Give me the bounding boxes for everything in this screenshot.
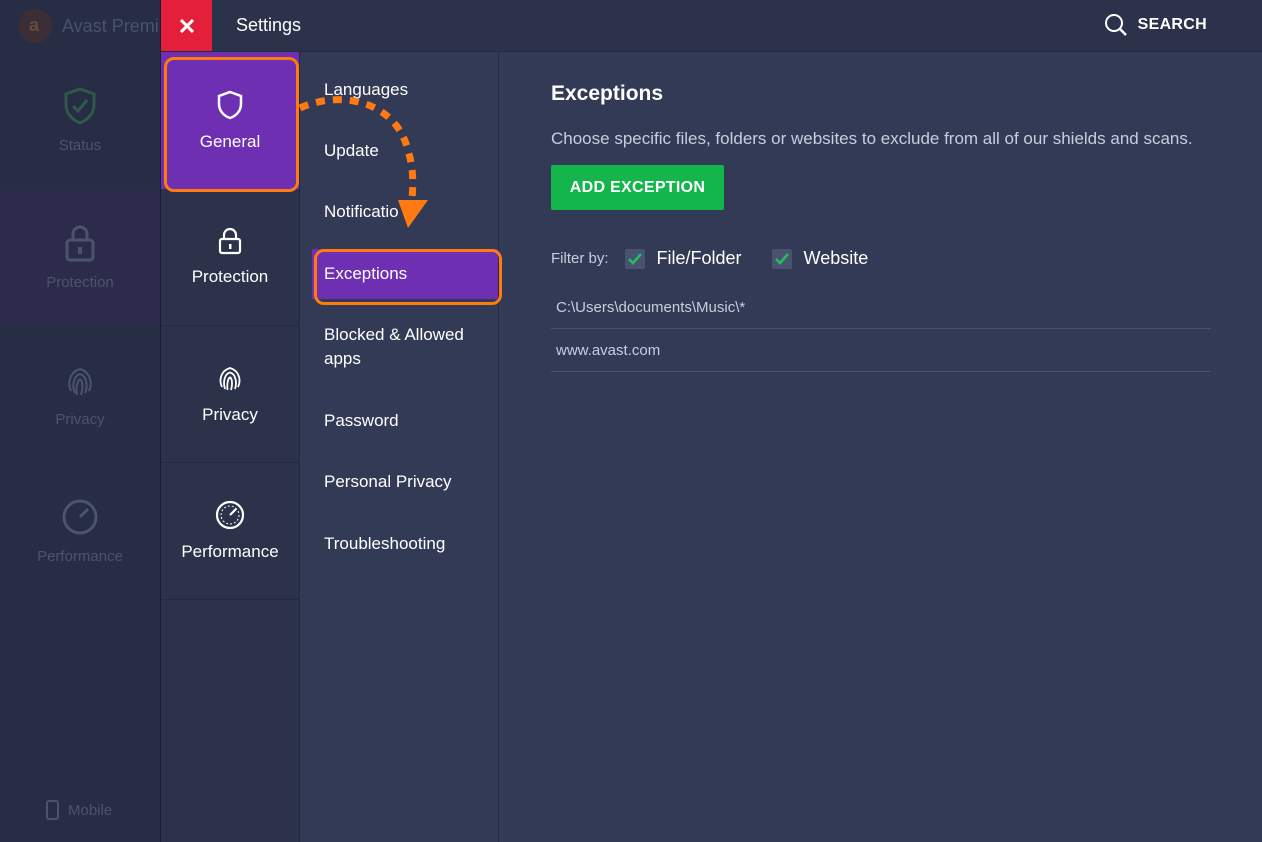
submenu-item-languages[interactable]: Languages [324,78,408,102]
background-nav-privacy: Privacy [0,326,160,463]
submenu-item-personal-privacy[interactable]: Personal Privacy [324,470,452,494]
shield-check-icon [64,87,96,125]
submenu-item-blocked-allowed-apps[interactable]: Blocked & Allowed apps [324,323,494,371]
category-protection[interactable]: Protection [161,189,299,326]
page-description: Choose specific files, folders or websit… [551,129,1193,148]
settings-panel: Settings SEARCH General Protection Priva… [160,0,1262,842]
search-label: SEARCH [1137,16,1207,33]
submenu-item-troubleshooting[interactable]: Troubleshooting [324,532,445,556]
background-nav-label: Performance [37,548,123,565]
background-mobile-label: Mobile [68,801,113,819]
background-nav-protection: Protection [0,189,160,326]
close-button[interactable] [161,0,212,51]
submenu-item-label: Exceptions [324,264,408,283]
mobile-icon [46,800,59,820]
list-item[interactable]: C:\Users\documents\Music\* [551,286,1211,329]
checkmark-icon [774,252,789,265]
shield-icon [217,90,243,119]
list-item[interactable]: www.avast.com [551,329,1211,372]
close-icon [179,18,194,33]
background-mobile-link: Mobile [44,800,112,820]
fingerprint-icon [68,367,92,396]
filter-row: Filter by: File/Folder Website [551,248,898,269]
category-column: General Protection Privacy Performance [161,52,300,842]
search-icon [1104,14,1127,36]
speedometer-icon [215,500,245,530]
category-label: Protection [191,267,269,286]
exceptions-list: C:\Users\documents\Music\* www.avast.com [551,286,1211,372]
filter-label: Filter by: [551,250,609,267]
settings-title: Settings [236,15,302,35]
page-title: Exceptions [551,82,664,105]
submenu-column: Languages Update Notificatio Exceptions … [300,52,502,842]
background-nav: Status Protection Privacy Performance [0,52,160,600]
file-folder-checkbox[interactable] [624,248,645,269]
submenu-item-exceptions[interactable]: Exceptions [312,249,502,305]
submenu-item-notifications[interactable]: Notificatio [324,200,399,224]
category-general[interactable]: General [161,52,299,192]
submenu-item-password[interactable]: Password [324,409,399,433]
background-app-title: Avast Premi [62,15,159,36]
background-app-header: Avast Premi [0,0,160,52]
search-button[interactable]: SEARCH [1104,13,1207,37]
background-nav-label: Status [58,137,102,154]
website-label: Website [803,248,869,268]
background-nav-label: Protection [46,274,114,291]
website-checkbox[interactable] [771,248,792,269]
file-folder-label: File/Folder [656,248,742,268]
speedometer-icon [62,499,98,535]
fingerprint-icon [219,367,241,391]
lock-icon [218,227,242,255]
category-privacy[interactable]: Privacy [161,326,299,463]
category-label: General [199,131,261,151]
submenu-item-update[interactable]: Update [324,139,379,163]
background-nav-status: Status [0,52,160,189]
background-nav-performance: Performance [0,463,160,600]
category-label: Performance [181,542,279,561]
background-app-sidebar: Avast Premi Status Protection Privacy Pe… [0,0,160,842]
avast-logo-icon [18,9,52,43]
category-label: Privacy [202,405,258,424]
settings-topbar: Settings SEARCH [161,0,1262,52]
lock-icon [65,225,95,262]
add-exception-button[interactable]: ADD EXCEPTION [551,165,724,210]
category-performance[interactable]: Performance [161,463,299,600]
background-nav-label: Privacy [55,411,105,428]
checkmark-icon [627,252,642,265]
exceptions-content: Exceptions Choose specific files, folder… [551,52,1251,842]
